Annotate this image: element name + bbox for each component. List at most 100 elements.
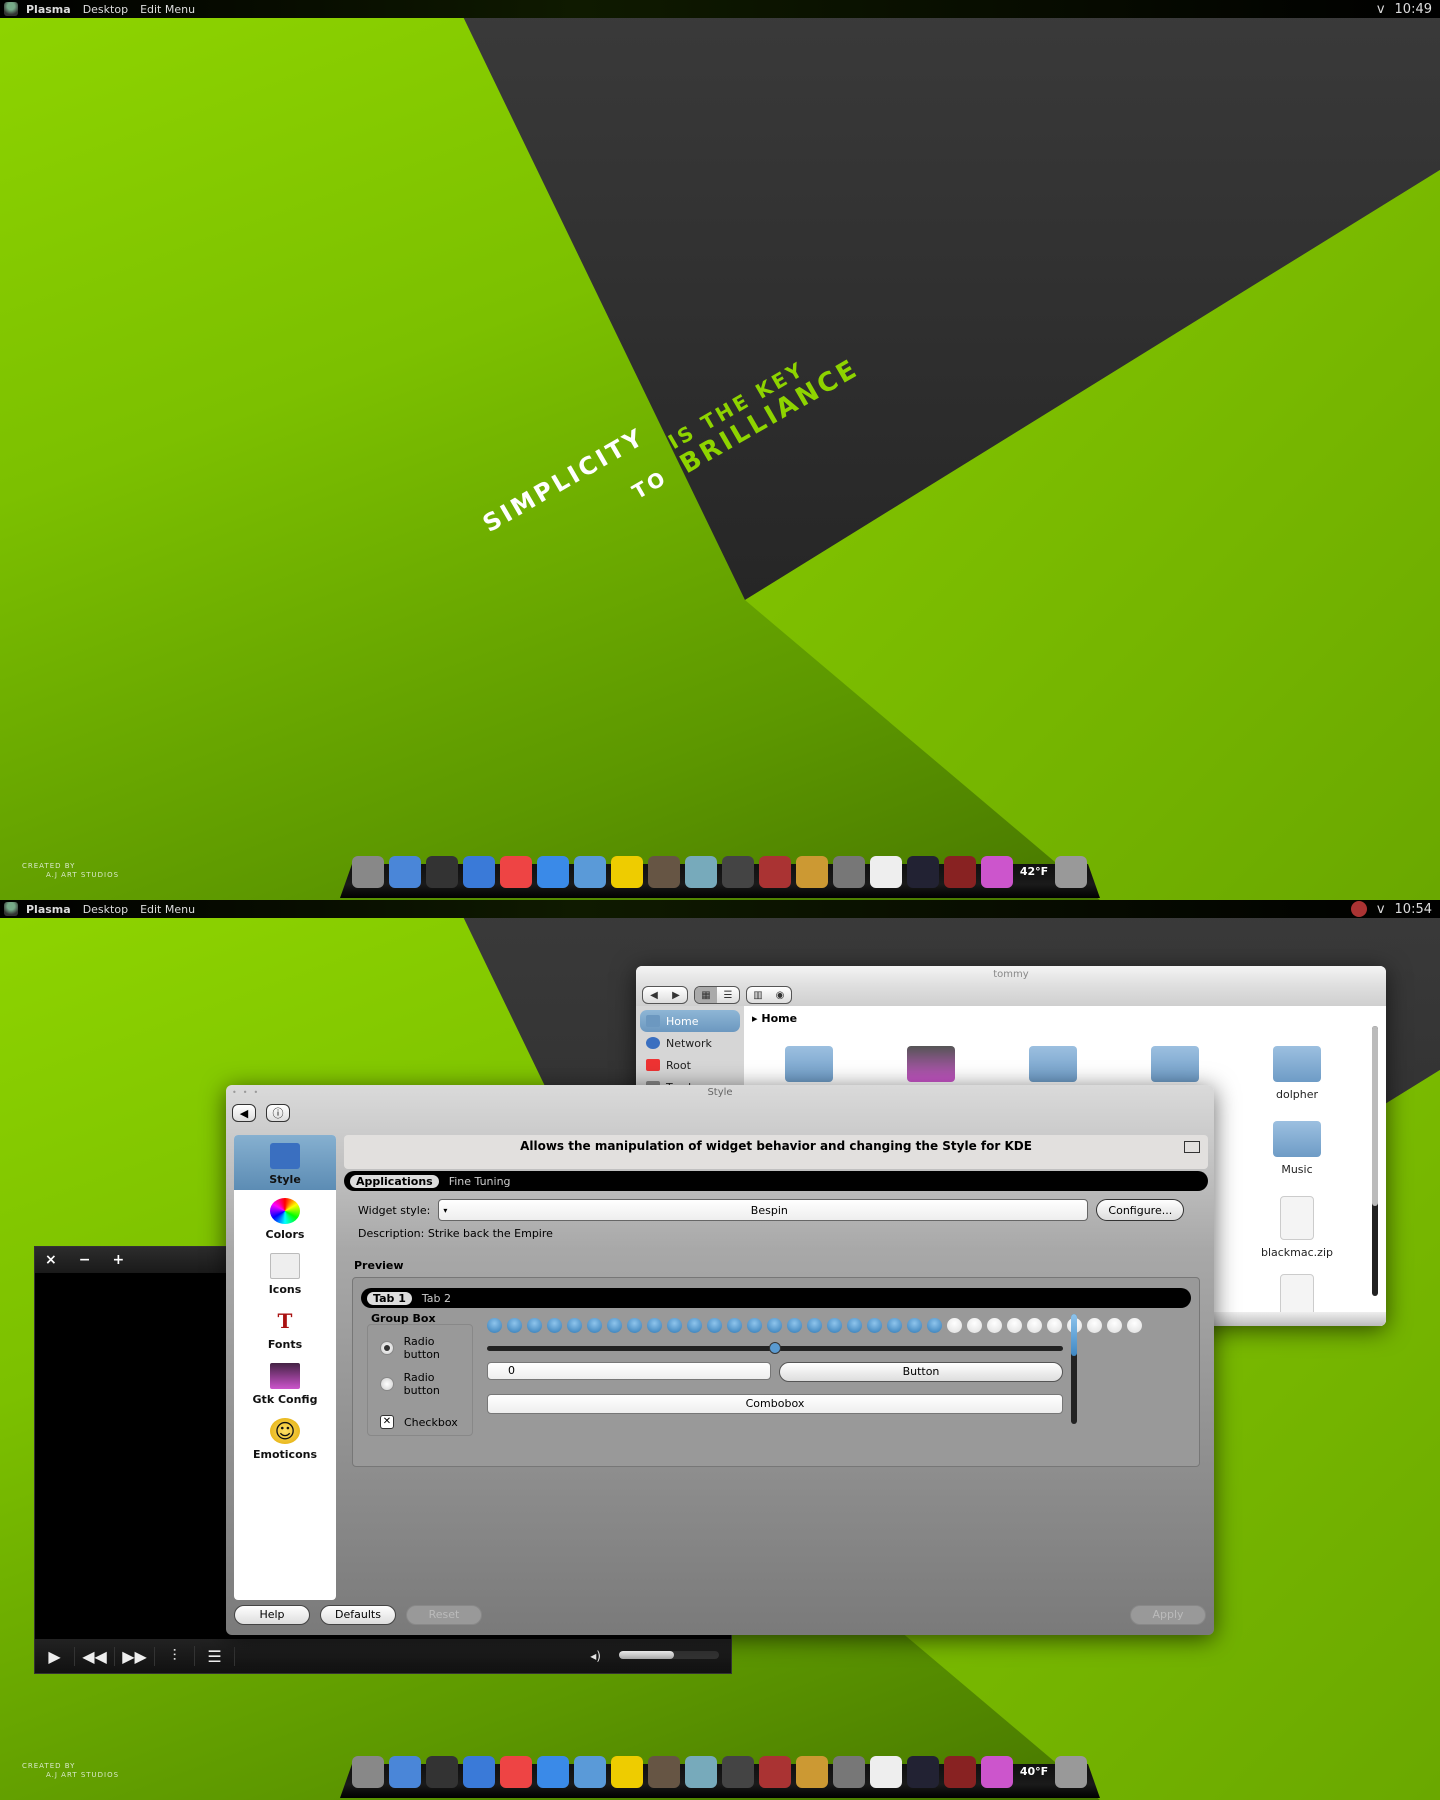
finder-icon[interactable] <box>389 1756 421 1788</box>
checkbox[interactable]: ✕ Checkbox <box>380 1415 472 1429</box>
tv-icon[interactable] <box>685 1756 717 1788</box>
category-colors[interactable]: Colors <box>234 1190 336 1245</box>
radio-2[interactable]: Radio button <box>380 1371 472 1397</box>
icon-view-icon[interactable]: ▦ <box>695 987 717 1003</box>
scrollbar[interactable] <box>1372 1026 1378 1296</box>
menu-edit[interactable]: Edit Menu <box>140 903 195 916</box>
power-icon[interactable] <box>352 1756 384 1788</box>
dashboard-icon[interactable] <box>944 856 976 888</box>
ichat-icon[interactable] <box>537 1756 569 1788</box>
dashboard-icon[interactable] <box>944 1756 976 1788</box>
details-view-icon[interactable]: ☰ <box>717 987 739 1003</box>
play-icon[interactable]: ▶ <box>35 1646 75 1666</box>
terminal-icon[interactable] <box>426 856 458 888</box>
menu-desktop[interactable]: Desktop <box>83 903 128 916</box>
preview-eye-icon[interactable]: ◉ <box>769 987 791 1003</box>
spinbox[interactable]: 0 <box>487 1362 771 1380</box>
preview-combobox[interactable]: Combobox <box>487 1394 1063 1414</box>
preview-scrollbar[interactable] <box>1071 1314 1077 1424</box>
defaults-button[interactable]: Defaults <box>320 1605 396 1625</box>
finder-icon[interactable] <box>389 856 421 888</box>
radiation-icon[interactable] <box>611 1756 643 1788</box>
screen-sharing-icon[interactable] <box>574 856 606 888</box>
ichat-icon[interactable] <box>537 856 569 888</box>
rewind-icon[interactable]: ◀◀ <box>75 1646 115 1666</box>
radio-1[interactable]: Radio button <box>380 1335 472 1361</box>
photo-icon[interactable] <box>648 856 680 888</box>
headphones-icon[interactable] <box>722 1756 754 1788</box>
help-button[interactable]: Help <box>234 1605 310 1625</box>
chrome-icon[interactable] <box>500 856 532 888</box>
weather-icon[interactable]: 42°F <box>1018 856 1050 888</box>
info-button[interactable]: ⓘ <box>266 1104 290 1122</box>
avatar-icon[interactable] <box>759 856 791 888</box>
clock[interactable]: 10:54 <box>1395 902 1432 917</box>
configure-button[interactable]: Configure... <box>1096 1199 1185 1221</box>
clock[interactable]: 10:49 <box>1395 2 1432 17</box>
preview-slider[interactable] <box>487 1342 1063 1354</box>
category-icons[interactable]: Icons <box>234 1245 336 1300</box>
speaker-icon[interactable] <box>1055 1756 1087 1788</box>
activity-monitor-icon[interactable] <box>907 856 939 888</box>
media-player-icon[interactable] <box>796 1756 828 1788</box>
category-gtk[interactable]: Gtk Config <box>234 1355 336 1410</box>
volume-slider[interactable] <box>619 1651 719 1659</box>
tab-fine-tuning[interactable]: Fine Tuning <box>449 1175 511 1188</box>
apply-button[interactable]: Apply <box>1130 1605 1206 1625</box>
back-button[interactable]: ◀ <box>232 1104 256 1122</box>
network-globe-icon[interactable] <box>463 856 495 888</box>
file-item[interactable] <box>1130 1046 1220 1088</box>
media-player-icon[interactable] <box>796 856 828 888</box>
close-icon[interactable]: × <box>45 1252 57 1268</box>
reset-button[interactable]: Reset <box>406 1605 482 1625</box>
plasma-logo-icon[interactable] <box>4 902 18 916</box>
weather-icon[interactable]: 40°F <box>1018 1756 1050 1788</box>
headphones-icon[interactable] <box>722 856 754 888</box>
menu-edit[interactable]: Edit Menu <box>140 3 195 16</box>
maximize-icon[interactable]: + <box>112 1252 124 1268</box>
tray-arrow[interactable]: v <box>1377 902 1385 917</box>
network-globe-icon[interactable] <box>463 1756 495 1788</box>
preview-button[interactable]: Button <box>779 1362 1063 1382</box>
avatar-tray-icon[interactable] <box>1350 901 1367 917</box>
widget-style-combo[interactable]: ▾ Bespin <box>438 1199 1089 1221</box>
screen-sharing-icon[interactable] <box>574 1756 606 1788</box>
chrome-icon[interactable] <box>500 1756 532 1788</box>
menu-plasma[interactable]: Plasma <box>26 903 71 916</box>
avatar-icon[interactable] <box>759 1756 791 1788</box>
wallpaper-icon[interactable] <box>981 856 1013 888</box>
place-network[interactable]: Network <box>640 1032 740 1054</box>
breadcrumb[interactable]: ▸ Home <box>744 1006 1386 1031</box>
plasma-logo-icon[interactable] <box>4 2 18 16</box>
file-item[interactable]: blackmac.zip <box>1252 1196 1342 1259</box>
forward-icon[interactable]: ▶ <box>665 987 687 1003</box>
file-item[interactable]: dolpher <box>1252 1046 1342 1101</box>
category-fonts[interactable]: T Fonts <box>234 1300 336 1355</box>
slider-handle[interactable] <box>769 1342 781 1354</box>
display-icon[interactable] <box>1184 1141 1200 1153</box>
minimize-icon[interactable]: − <box>79 1252 91 1268</box>
system-prefs-icon[interactable] <box>833 1756 865 1788</box>
preview-tab-1[interactable]: Tab 1 <box>367 1291 412 1305</box>
archive-icon[interactable] <box>870 1756 902 1788</box>
place-home[interactable]: Home <box>640 1010 740 1032</box>
menu-desktop[interactable]: Desktop <box>83 3 128 16</box>
photo-icon[interactable] <box>648 1756 680 1788</box>
file-item[interactable] <box>1008 1046 1098 1088</box>
playlist-icon[interactable]: ☰ <box>195 1646 235 1666</box>
tab-applications[interactable]: Applications <box>350 1174 439 1188</box>
file-item[interactable] <box>764 1046 854 1088</box>
file-item[interactable]: Music <box>1252 1121 1342 1176</box>
activity-monitor-icon[interactable] <box>907 1756 939 1788</box>
window-buttons[interactable]: ••• <box>232 1085 264 1101</box>
place-root[interactable]: Root <box>640 1054 740 1076</box>
power-icon[interactable] <box>352 856 384 888</box>
preview-tab-2[interactable]: Tab 2 <box>422 1292 451 1305</box>
speaker-icon[interactable] <box>1055 856 1087 888</box>
radiation-icon[interactable] <box>611 856 643 888</box>
fast-forward-icon[interactable]: ▶▶ <box>115 1646 155 1666</box>
terminal-icon[interactable] <box>426 1756 458 1788</box>
back-icon[interactable]: ◀ <box>643 987 665 1003</box>
wallpaper-icon[interactable] <box>981 1756 1013 1788</box>
menu-plasma[interactable]: Plasma <box>26 3 71 16</box>
